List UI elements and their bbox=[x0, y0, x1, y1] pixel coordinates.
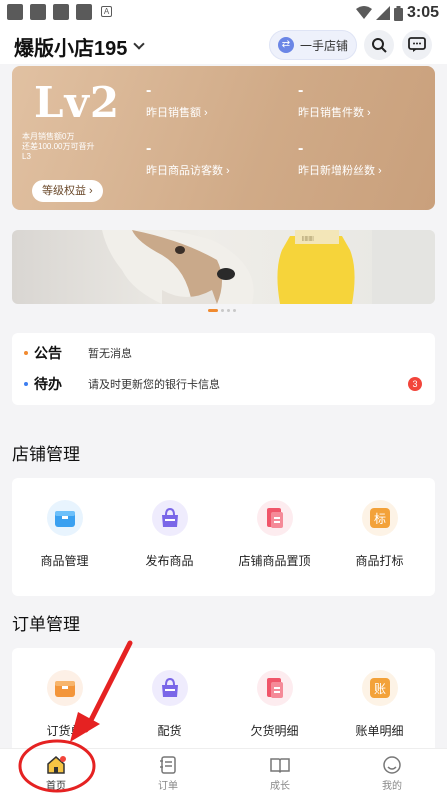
banner-image: ||||||||| bbox=[102, 230, 435, 304]
level-progress: 本月销售额0万 还差100.00万可晋升 L3 bbox=[22, 132, 94, 162]
stat-label: 昨日商品访客数 › bbox=[146, 165, 230, 177]
home-icon bbox=[47, 756, 66, 774]
shop-management-title: 店铺管理 bbox=[12, 445, 80, 464]
svg-text:标: 标 bbox=[373, 512, 385, 526]
tab-label: 我的 bbox=[382, 781, 402, 792]
stat-yesterday-units[interactable]: - 昨日销售件数 › bbox=[298, 82, 371, 120]
grid-item-label: 发布商品 bbox=[145, 554, 194, 568]
stat-yesterday-visitors[interactable]: - 昨日商品访客数 › bbox=[146, 140, 230, 178]
order-management-title: 订单管理 bbox=[12, 615, 80, 634]
level-badge: Lv2 bbox=[34, 78, 121, 127]
box-icon bbox=[46, 500, 83, 536]
a-icon: A bbox=[101, 6, 112, 17]
bullet-dot bbox=[24, 351, 28, 355]
stat-value: - bbox=[298, 82, 304, 99]
notification-icon bbox=[53, 4, 69, 20]
shop-selector[interactable]: 爆版小店195 bbox=[14, 32, 146, 61]
grid-item-label: 欠货明细 bbox=[250, 724, 299, 738]
grid-item-label: 商品管理 bbox=[40, 554, 89, 568]
stat-value: - bbox=[298, 140, 304, 157]
swap-icon: ⇄ bbox=[278, 37, 294, 53]
switch-shop-label: 一手店铺 bbox=[300, 38, 349, 53]
bill-icon: 账 bbox=[361, 670, 398, 706]
message-button[interactable] bbox=[402, 30, 432, 60]
tab-label: 成长 bbox=[270, 781, 290, 792]
signal-icon bbox=[375, 6, 390, 20]
order-icon bbox=[160, 756, 176, 774]
stat-value: - bbox=[146, 140, 152, 157]
bag-icon bbox=[151, 500, 188, 536]
bottom-tab-bar: 首页 订单 成长 我的 bbox=[0, 748, 447, 794]
svg-text:账: 账 bbox=[373, 682, 385, 696]
tab-growth[interactable]: 成长 bbox=[224, 749, 336, 794]
grid-item-label: 账单明细 bbox=[355, 724, 404, 738]
bullet-dot bbox=[24, 382, 28, 386]
status-bar: A 3:05 bbox=[0, 0, 447, 26]
grid-item-label: 配货 bbox=[157, 724, 182, 738]
book-icon bbox=[270, 758, 290, 774]
stat-label: 昨日销售件数 › bbox=[298, 107, 371, 119]
tab-label: 首页 bbox=[46, 781, 66, 792]
notice-card: 公告 暂无消息 待办 请及时更新您的银行卡信息 3 bbox=[12, 333, 435, 405]
chevron-down-icon bbox=[133, 38, 146, 50]
todo-tag: 待办 bbox=[34, 376, 62, 392]
search-button[interactable] bbox=[364, 30, 394, 60]
doc-icon bbox=[256, 670, 293, 706]
wifi-icon bbox=[355, 6, 372, 19]
grid-item-pin-product[interactable]: 店铺商品置顶 bbox=[222, 478, 327, 596]
level-gap-line: 还差100.00万可晋升 bbox=[22, 142, 95, 151]
carousel-indicator bbox=[208, 309, 236, 312]
tab-orders[interactable]: 订单 bbox=[112, 749, 224, 794]
stat-label: 昨日销售额 › bbox=[146, 107, 208, 119]
level-benefits-button[interactable]: 等级权益 › bbox=[32, 180, 103, 202]
notification-icon bbox=[76, 4, 92, 20]
grid-item-label: 订货单 bbox=[46, 724, 83, 738]
message-icon bbox=[408, 37, 426, 52]
grid-item-product-management[interactable]: 商品管理 bbox=[12, 478, 117, 596]
carousel-dot[interactable] bbox=[221, 309, 224, 312]
stat-yesterday-followers[interactable]: - 昨日新增粉丝数 › bbox=[298, 140, 382, 178]
app-header: 爆版小店195 ⇄ 一手店铺 bbox=[0, 26, 447, 64]
grid-item-publish-product[interactable]: 发布商品 bbox=[117, 478, 222, 596]
todo-text: 请及时更新您的银行卡信息 bbox=[88, 379, 220, 391]
bag-icon bbox=[151, 670, 188, 706]
tab-home[interactable]: 首页 bbox=[0, 749, 112, 794]
level-card: Lv2 本月销售额0万 还差100.00万可晋升 L3 等级权益 › - 昨日销… bbox=[12, 66, 435, 210]
promo-banner[interactable]: ||||||||| bbox=[12, 230, 435, 304]
level-next-line: L3 bbox=[22, 152, 31, 161]
announcement-row[interactable]: 公告 暂无消息 bbox=[24, 342, 424, 364]
doc-icon bbox=[256, 500, 293, 536]
notification-icon bbox=[7, 4, 23, 20]
profile-icon bbox=[383, 756, 401, 774]
grid-item-product-tag[interactable]: 标 商品打标 bbox=[327, 478, 432, 596]
announcement-text: 暂无消息 bbox=[88, 348, 132, 360]
stat-value: - bbox=[146, 82, 152, 99]
todo-row[interactable]: 待办 请及时更新您的银行卡信息 3 bbox=[24, 373, 424, 395]
clock: 3:05 bbox=[406, 4, 439, 21]
todo-count-badge: 3 bbox=[408, 377, 422, 391]
battery-icon bbox=[393, 5, 403, 21]
tab-profile[interactable]: 我的 bbox=[336, 749, 447, 794]
shop-name: 爆版小店195 bbox=[14, 38, 128, 60]
carousel-dot[interactable] bbox=[208, 309, 218, 312]
svg-text:|||||||||: ||||||||| bbox=[302, 236, 314, 242]
tag-icon: 标 bbox=[361, 500, 398, 536]
shop-management-grid: 商品管理 发布商品 店铺商品置顶 标 商品打标 bbox=[12, 478, 435, 596]
grid-item-label: 店铺商品置顶 bbox=[238, 554, 311, 568]
box-icon bbox=[46, 670, 83, 706]
level-sales-line: 本月销售额0万 bbox=[22, 132, 75, 141]
grid-item-label: 商品打标 bbox=[355, 554, 404, 568]
search-icon bbox=[372, 38, 387, 53]
carousel-dot[interactable] bbox=[233, 309, 236, 312]
tab-label: 订单 bbox=[158, 781, 178, 792]
carousel-dot[interactable] bbox=[227, 309, 230, 312]
stat-yesterday-sales[interactable]: - 昨日销售额 › bbox=[146, 82, 208, 120]
stat-label: 昨日新增粉丝数 › bbox=[298, 165, 382, 177]
switch-shop-button[interactable]: ⇄ 一手店铺 bbox=[269, 30, 357, 60]
notification-icon bbox=[30, 4, 46, 20]
announcement-tag: 公告 bbox=[34, 345, 62, 361]
